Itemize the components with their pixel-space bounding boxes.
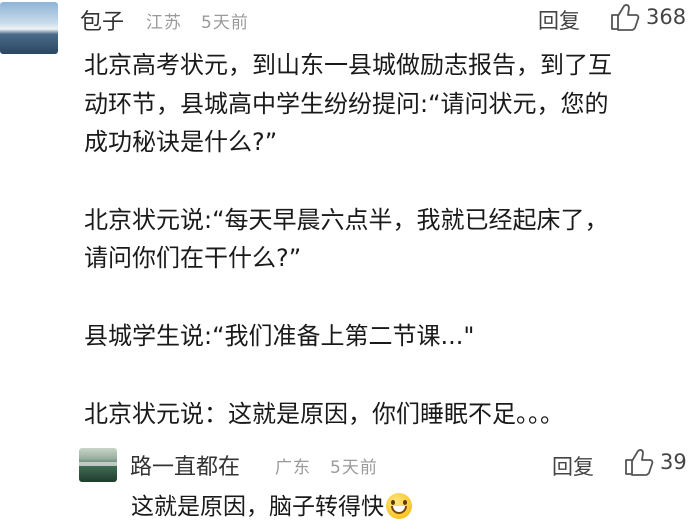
timestamp: 5天前 bbox=[330, 458, 378, 478]
thumbs-up-icon bbox=[611, 4, 640, 31]
timestamp: 5天前 bbox=[201, 13, 249, 33]
comment-text-line: 县城学生说:“我们准备上第二节课..." bbox=[84, 322, 475, 350]
location: 广东 bbox=[275, 458, 311, 478]
comment-text-line: 北京状元说:“每天早晨六点半，我就已经起床了， bbox=[84, 206, 609, 234]
reply-text-row: 这就是原因，脑子转得快 bbox=[131, 487, 412, 521]
avatar[interactable] bbox=[79, 448, 117, 482]
like-button[interactable]: 368 bbox=[610, 3, 686, 31]
avatar-detail bbox=[79, 462, 117, 466]
reply-text: 这就是原因，脑子转得快 bbox=[131, 494, 384, 520]
reply-button[interactable]: 回复 bbox=[552, 451, 594, 481]
thumbs-up-icon bbox=[625, 449, 654, 476]
avatar[interactable] bbox=[0, 2, 58, 54]
comment-text-line: 成功秘诀是什么?” bbox=[84, 128, 278, 156]
username[interactable]: 包子 bbox=[80, 4, 124, 36]
comment-text-line: 北京高考状元，到山东一县城做励志报告，到了互 bbox=[84, 51, 612, 79]
reply-button[interactable]: 回复 bbox=[538, 5, 580, 35]
like-button[interactable]: 39 bbox=[624, 448, 687, 476]
grinning-face-emoji-icon bbox=[386, 493, 412, 519]
comment-text-line: 动环节，县城高中学生纷纷提问:“请问状元，您的 bbox=[84, 90, 609, 118]
username[interactable]: 路一直都在 bbox=[130, 449, 240, 481]
comment-text-line: 请问你们在干什么?” bbox=[84, 244, 302, 272]
location: 江苏 bbox=[146, 13, 182, 33]
like-count: 368 bbox=[646, 5, 687, 29]
comment-text-line: 北京状元说：这就是原因，你们睡眠不足。。。 bbox=[84, 400, 564, 428]
like-count: 39 bbox=[660, 450, 687, 474]
